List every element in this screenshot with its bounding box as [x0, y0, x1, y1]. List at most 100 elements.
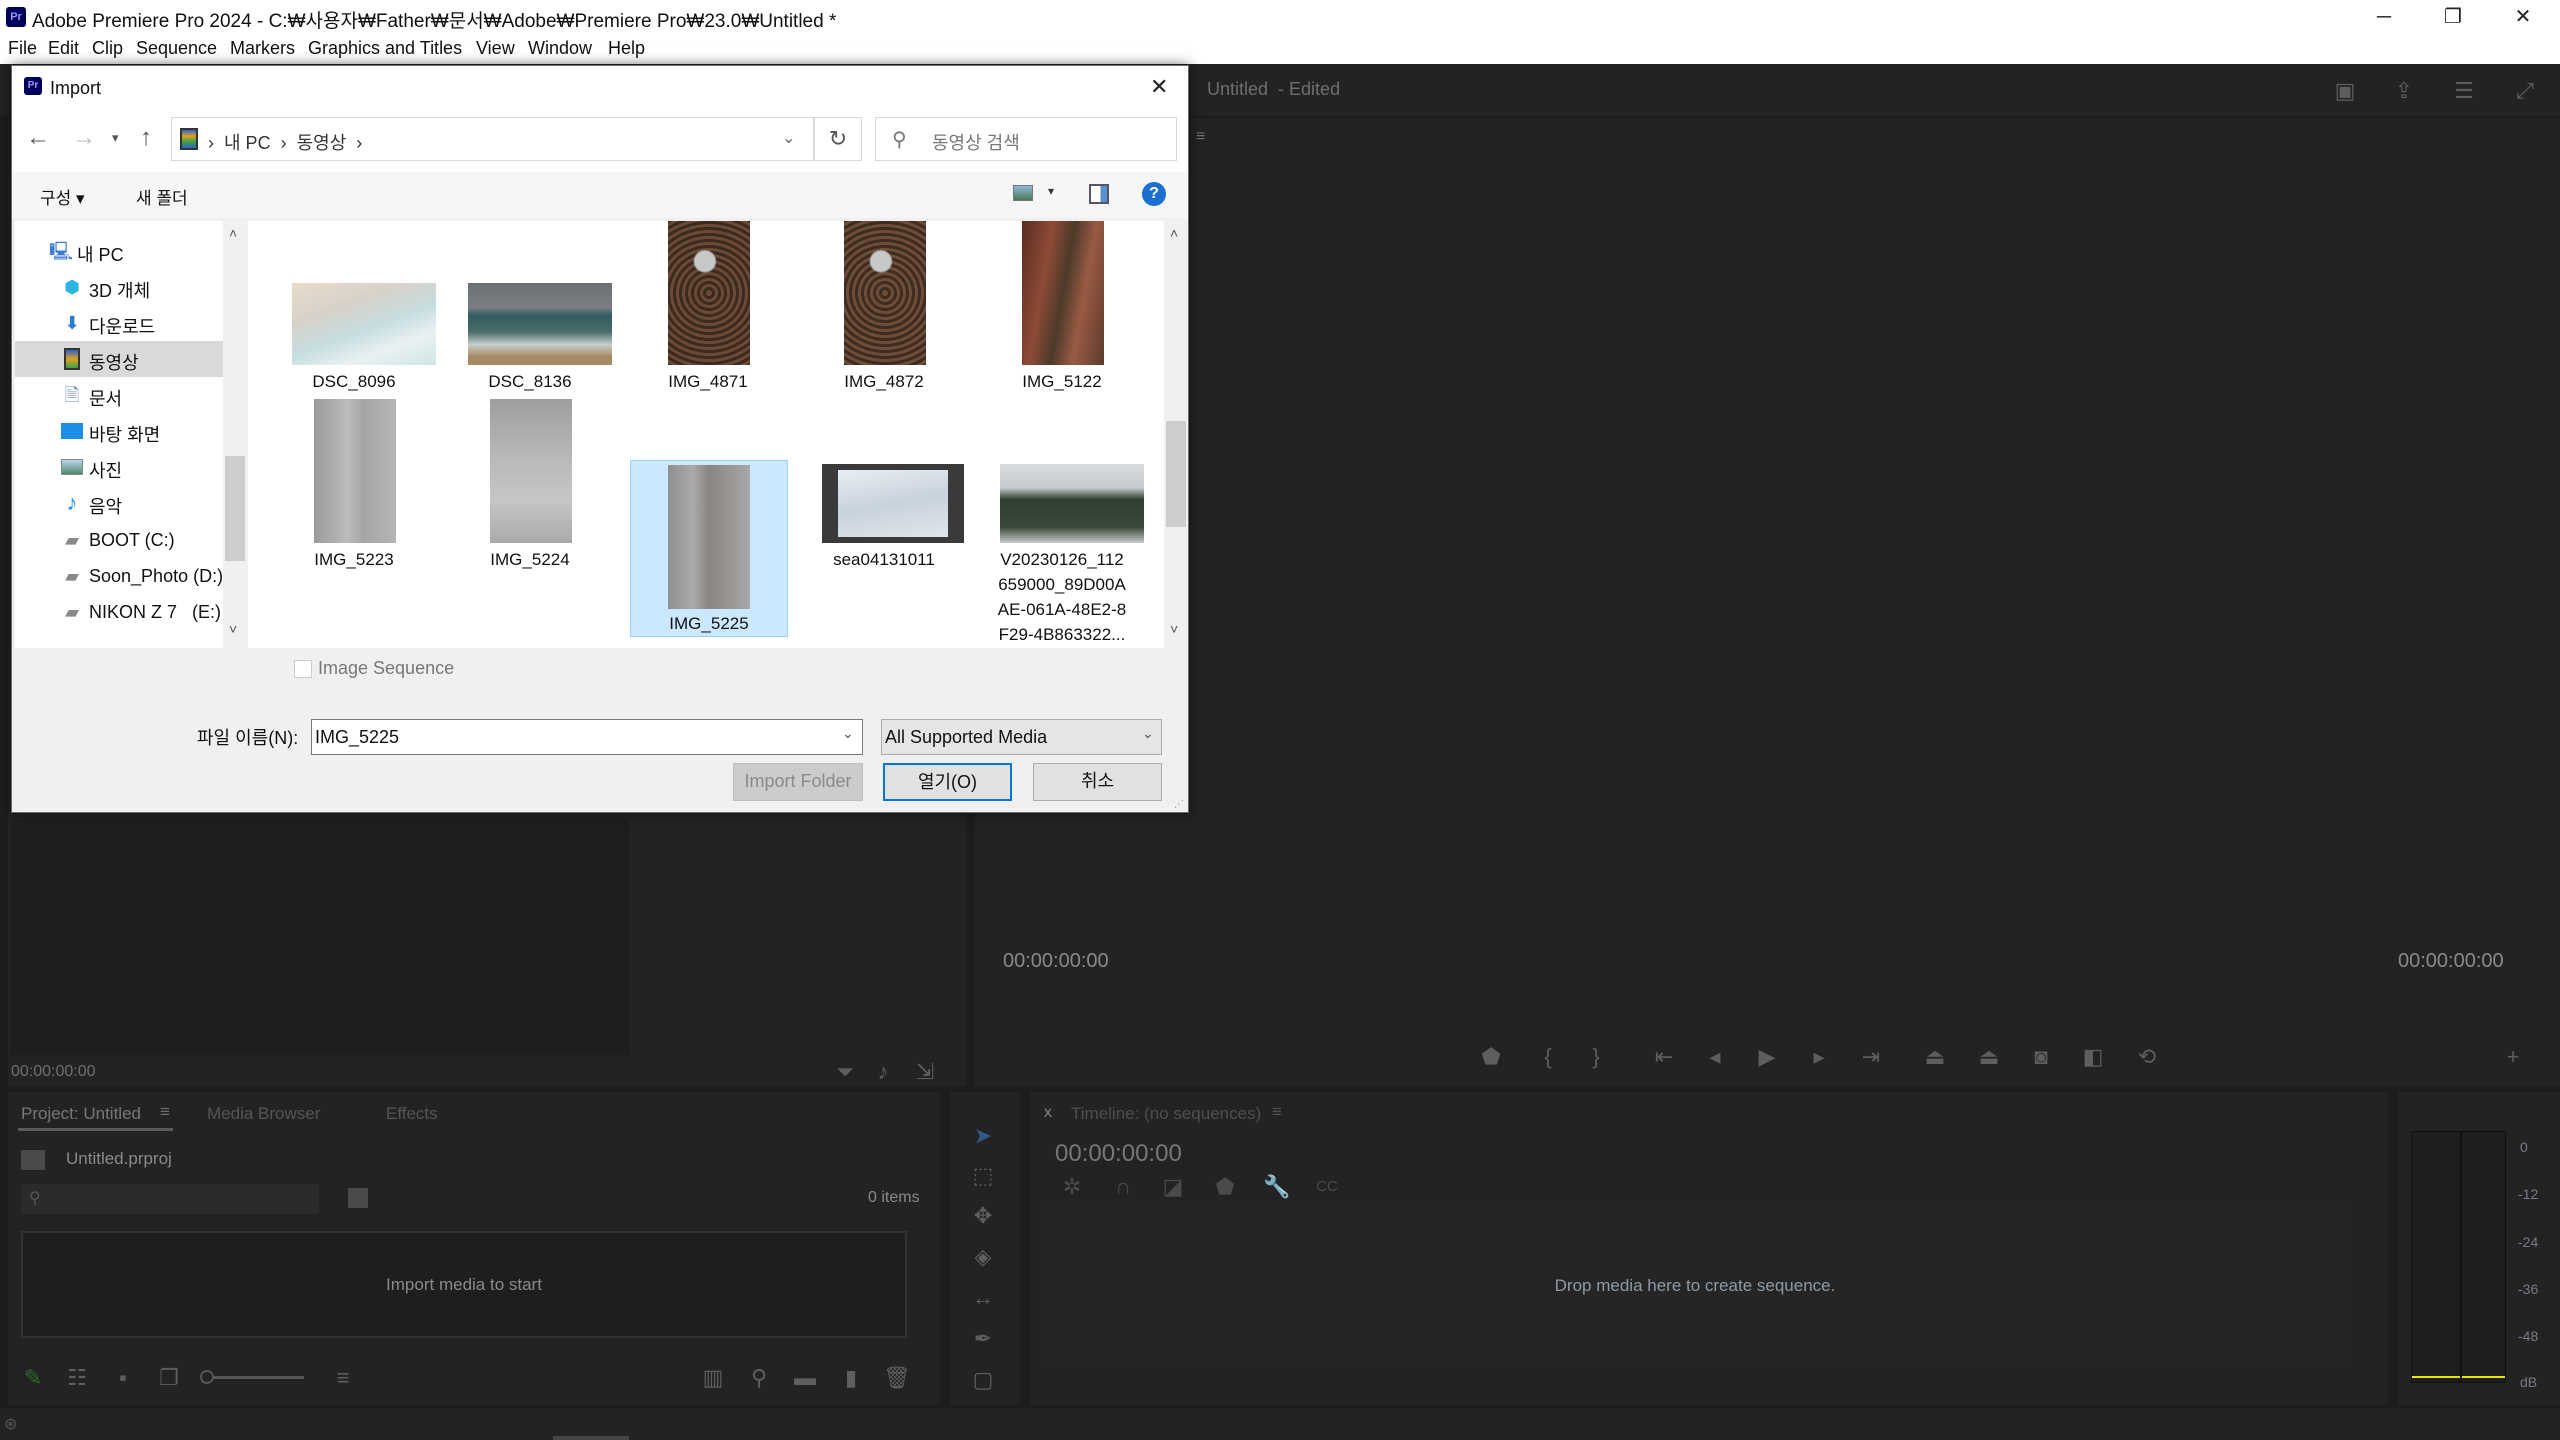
tab-media-browser[interactable]: Media Browser [207, 1104, 320, 1124]
search-input[interactable]: ⚲ 동영상 검색 [875, 117, 1177, 161]
refresh-button[interactable]: ↻ [814, 117, 862, 161]
icon-view-icon[interactable]: ▪ [106, 1363, 140, 1393]
ripple-edit-tool-icon[interactable]: ✥ [966, 1201, 1000, 1231]
open-button[interactable]: 열기(O) [883, 763, 1012, 801]
sidebar-item-downloads[interactable]: ⬇ 다운로드 [15, 305, 223, 341]
scroll-down-icon[interactable]: ˅ [1170, 621, 1178, 637]
menu-window[interactable]: Window [528, 38, 592, 59]
project-panel-menu-icon[interactable]: ≡ [160, 1102, 170, 1122]
organize-button[interactable]: 구성 ▾ [40, 184, 85, 209]
menu-sequence[interactable]: Sequence [136, 38, 217, 59]
nest-icon[interactable]: ✲ [1055, 1172, 1089, 1202]
sidebar-scrollbar[interactable]: ˄ ˅ [223, 221, 247, 648]
step-back-icon[interactable]: ◂ [1698, 1042, 1732, 1072]
minimize-button[interactable]: ─ [2364, 4, 2404, 30]
linked-selection-icon[interactable]: ◪ [1156, 1172, 1190, 1202]
filename-history-chevron-icon[interactable]: ⌄ [842, 725, 854, 742]
pencil-icon[interactable]: ✎ [16, 1363, 50, 1393]
breadcrumb-my-pc[interactable]: 내 PC [224, 133, 271, 153]
address-bar[interactable]: › 내 PC › 동영상 › ⌄ [171, 117, 814, 161]
menu-edit[interactable]: Edit [48, 38, 79, 59]
up-arrow-icon[interactable]: ↑ [140, 124, 152, 152]
automate-to-sequence-icon[interactable]: ▥ [696, 1363, 730, 1393]
maximize-button[interactable]: ❐ [2433, 4, 2473, 30]
panel-menu-icon[interactable]: ≡ [1196, 128, 1205, 146]
project-search-input[interactable]: ⚲ [21, 1184, 319, 1214]
step-forward-icon[interactable]: ▸ [1802, 1042, 1836, 1072]
sidebar-item-boot-c[interactable]: ▰ BOOT (C:) [15, 522, 223, 558]
file-item-img-5223[interactable]: IMG_5223 [274, 399, 434, 579]
menu-clip[interactable]: Clip [92, 38, 123, 59]
trash-icon[interactable]: 🗑 [880, 1363, 914, 1393]
share-icon[interactable]: ⇪ [2387, 76, 2421, 106]
breadcrumb-videos[interactable]: 동영상 [297, 133, 347, 153]
filename-input[interactable]: IMG_5225 ⌄ [311, 719, 863, 755]
workspaces-icon[interactable]: ☰ [2447, 76, 2481, 106]
sidebar-item-documents[interactable]: 🗎 문서 [15, 377, 223, 413]
program-timecode-left[interactable]: 00:00:00:00 [1003, 950, 1109, 973]
snap-magnet-icon[interactable]: ∩ [1106, 1172, 1140, 1202]
mark-out-icon[interactable]: } [1579, 1042, 1613, 1072]
view-options-icon[interactable] [1013, 185, 1033, 201]
razor-tool-icon[interactable]: ◈ [966, 1242, 1000, 1272]
find-icon[interactable]: ⚲ [742, 1363, 776, 1393]
extract-icon[interactable]: ⏏ [1972, 1042, 2006, 1072]
add-marker-icon[interactable]: ⬟ [1474, 1042, 1508, 1072]
timeline-menu-icon[interactable]: ≡ [1272, 1102, 1282, 1122]
forward-arrow-icon[interactable]: → [72, 124, 96, 152]
creative-cloud-icon[interactable]: ⊛ [4, 1414, 17, 1434]
mark-in-icon[interactable]: { [1531, 1042, 1565, 1072]
menu-markers[interactable]: Markers [230, 38, 295, 59]
proxy-toggle-icon[interactable]: ⟲ [2130, 1042, 2164, 1072]
file-item-img-5224[interactable]: IMG_5224 [450, 399, 610, 579]
quick-export-icon[interactable]: ▣ [2328, 76, 2362, 106]
status-scroll-handle[interactable] [553, 1436, 629, 1440]
back-arrow-icon[interactable]: ← [26, 124, 50, 152]
scroll-up-icon[interactable]: ˄ [229, 225, 237, 241]
menu-view[interactable]: View [476, 38, 515, 59]
sidebar-item-3d-objects[interactable]: ⬢ 3D 개체 [15, 269, 223, 305]
track-select-tool-icon[interactable]: ⬚ [966, 1161, 1000, 1191]
file-item-dsc-8096[interactable]: DSC_8096 [274, 221, 436, 421]
freeform-view-icon[interactable]: ❐ [152, 1363, 186, 1393]
timeline-close-icon[interactable]: x [1044, 1104, 1052, 1122]
pen-tool-icon[interactable]: ✒ [966, 1324, 1000, 1354]
tab-effects[interactable]: Effects [386, 1104, 438, 1124]
overwrite-icon[interactable]: ⇲ [908, 1057, 942, 1087]
file-item-dsc-8136[interactable]: DSC_8136 [450, 221, 612, 421]
fullscreen-icon[interactable]: ⤢ [2508, 76, 2542, 106]
file-item-img-5122[interactable]: IMG_5122 [982, 221, 1142, 421]
view-options-chevron-icon[interactable]: ▾ [1048, 184, 1054, 198]
sidebar-item-videos[interactable]: 동영상 [15, 341, 223, 377]
menu-graphics-and-titles[interactable]: Graphics and Titles [308, 38, 462, 59]
file-item-img-4872[interactable]: IMG_4872 [804, 221, 964, 421]
tab-timeline[interactable]: Timeline: (no sequences) [1071, 1104, 1261, 1124]
go-to-out-icon[interactable]: ⇥ [1854, 1042, 1888, 1072]
rectangle-tool-icon[interactable]: ▢ [966, 1365, 1000, 1395]
zoom-slider-track[interactable] [214, 1376, 304, 1379]
sidebar-item-my-pc[interactable]: 🖳 내 PC [15, 233, 223, 269]
cancel-button[interactable]: 취소 [1033, 763, 1162, 801]
find-bin-icon[interactable] [348, 1188, 368, 1208]
timeline-marker-icon[interactable]: ⬟ [1208, 1172, 1242, 1202]
lift-icon[interactable]: ⏏ [1918, 1042, 1952, 1072]
address-dropdown-chevron-icon[interactable]: ⌄ [782, 128, 795, 148]
file-list-scrollbar[interactable]: ˄ ˅ [1164, 221, 1188, 648]
compare-view-icon[interactable]: ◧ [2076, 1042, 2110, 1072]
preview-pane-icon[interactable] [1089, 184, 1109, 204]
sidebar-item-pictures[interactable]: 사진 [15, 449, 223, 485]
button-editor-plus-icon[interactable]: + [2496, 1042, 2530, 1072]
insert-icon[interactable]: ♪ [866, 1057, 900, 1087]
timeline-drop-area[interactable]: Drop media here to create sequence. [1040, 1200, 2350, 1368]
go-to-in-icon[interactable]: ⇤ [1647, 1042, 1681, 1072]
slip-tool-icon[interactable]: ↔ [966, 1283, 1000, 1313]
close-window-button[interactable]: ✕ [2503, 4, 2543, 30]
new-bin-icon[interactable]: ▬ [788, 1363, 822, 1393]
file-list-scroll-thumb[interactable] [1166, 421, 1186, 527]
project-drop-area[interactable]: Import media to start [21, 1231, 907, 1338]
new-item-icon[interactable]: ▮ [834, 1363, 868, 1393]
file-item-img-5225[interactable]: IMG_5225 [630, 460, 788, 637]
file-type-select[interactable]: All Supported Media ⌄ [881, 719, 1162, 755]
file-item-img-4871[interactable]: IMG_4871 [628, 221, 788, 421]
resize-grip-icon[interactable]: ⋰ [1174, 799, 1184, 810]
